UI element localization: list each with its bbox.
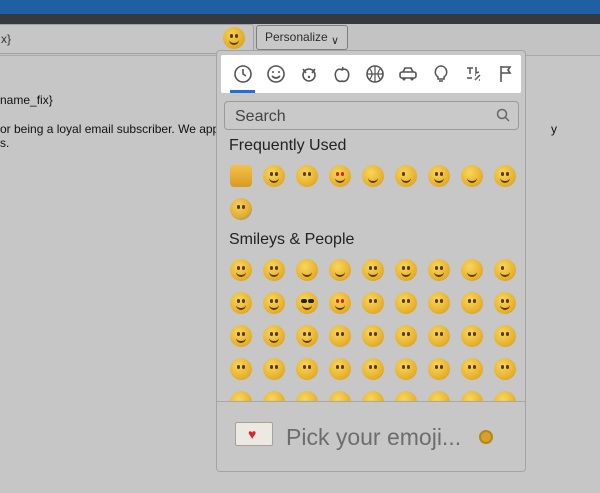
emoji[interactable]: [461, 358, 483, 380]
emoji[interactable]: [362, 292, 384, 314]
emoji[interactable]: [395, 358, 417, 380]
basketball-icon[interactable]: [358, 55, 391, 93]
lightbulb-icon[interactable]: [424, 55, 457, 93]
emoji[interactable]: [329, 259, 351, 281]
body-text-line-1: name_fix}: [0, 93, 53, 107]
screaming-face-emoji[interactable]: [230, 198, 252, 220]
emoji[interactable]: [428, 358, 450, 380]
emoji[interactable]: [329, 358, 351, 380]
winking-tongue-emoji[interactable]: [395, 165, 417, 187]
emoji[interactable]: [230, 325, 252, 347]
top-app-bar: [0, 0, 600, 14]
body-text-line-2: or being a loyal email subscriber. We ap…: [0, 122, 220, 136]
clock-icon[interactable]: [226, 55, 259, 93]
emoji[interactable]: [395, 325, 417, 347]
emoji[interactable]: [395, 259, 417, 281]
body-text-overflow: y: [551, 122, 557, 136]
dog-icon[interactable]: [292, 55, 325, 93]
car-icon[interactable]: [391, 55, 424, 93]
emoji-picker: Frequently Used Smileys & People: [216, 50, 526, 472]
emoji[interactable]: [263, 259, 285, 281]
subject-input[interactable]: x}: [0, 24, 254, 54]
emoji[interactable]: [494, 292, 516, 314]
footer-preview-text: Pick your emoji...: [286, 424, 462, 450]
emoji[interactable]: [362, 325, 384, 347]
emoji[interactable]: [230, 292, 252, 314]
emoji[interactable]: [362, 259, 384, 281]
picker-footer: ♥ Pick your emoji...: [217, 401, 525, 471]
emoji[interactable]: [461, 259, 483, 281]
emoji[interactable]: [461, 325, 483, 347]
grinning-face-emoji[interactable]: [263, 165, 285, 187]
smiley-icon[interactable]: [259, 55, 292, 93]
grin-sweat-emoji[interactable]: [428, 165, 450, 187]
emoji[interactable]: [296, 358, 318, 380]
heart-eyes-emoji[interactable]: [329, 165, 351, 187]
emoji[interactable]: [461, 292, 483, 314]
emoji[interactable]: [494, 259, 516, 281]
kissing-face-emoji[interactable]: [296, 165, 318, 187]
joy-emoji[interactable]: [461, 165, 483, 187]
emoji[interactable]: [494, 325, 516, 347]
category-tabs: [221, 55, 521, 93]
personalize-label: Personalize: [265, 30, 328, 44]
symbols-icon[interactable]: [457, 55, 490, 93]
thumbs-up-emoji[interactable]: [230, 165, 252, 187]
apple-icon[interactable]: [325, 55, 358, 93]
grin-emoji[interactable]: [494, 165, 516, 187]
search-icon: [496, 108, 510, 122]
mouth: [229, 38, 239, 45]
emoji-picker-button[interactable]: [223, 27, 245, 49]
emoji-search: [224, 101, 519, 131]
emoji[interactable]: [296, 259, 318, 281]
envelope-heart-icon: ♥: [235, 422, 273, 446]
emoji[interactable]: [263, 292, 285, 314]
smileys-people-heading: Smileys & People: [229, 231, 355, 248]
emoji[interactable]: [428, 259, 450, 281]
emoji[interactable]: [329, 292, 351, 314]
flag-icon[interactable]: [490, 55, 523, 93]
emoji[interactable]: [428, 292, 450, 314]
emoji[interactable]: [428, 325, 450, 347]
emoji[interactable]: [395, 292, 417, 314]
emoji[interactable]: [296, 292, 318, 314]
squinting-face-emoji[interactable]: [362, 165, 384, 187]
emoji[interactable]: [263, 358, 285, 380]
personalize-button[interactable]: Personalize ∨: [256, 25, 348, 50]
body-text-line-3: s.: [0, 136, 10, 150]
emoji[interactable]: [296, 325, 318, 347]
emoji[interactable]: [329, 325, 351, 347]
emoji[interactable]: [230, 259, 252, 281]
emoji-search-input[interactable]: [225, 102, 497, 131]
emoji[interactable]: [230, 358, 252, 380]
toolbar-strip: [0, 14, 600, 24]
emoji[interactable]: [362, 358, 384, 380]
emoji[interactable]: [263, 325, 285, 347]
skin-tone-selector[interactable]: [479, 430, 493, 444]
emoji[interactable]: [494, 358, 516, 380]
frequently-used-heading: Frequently Used: [229, 137, 347, 154]
